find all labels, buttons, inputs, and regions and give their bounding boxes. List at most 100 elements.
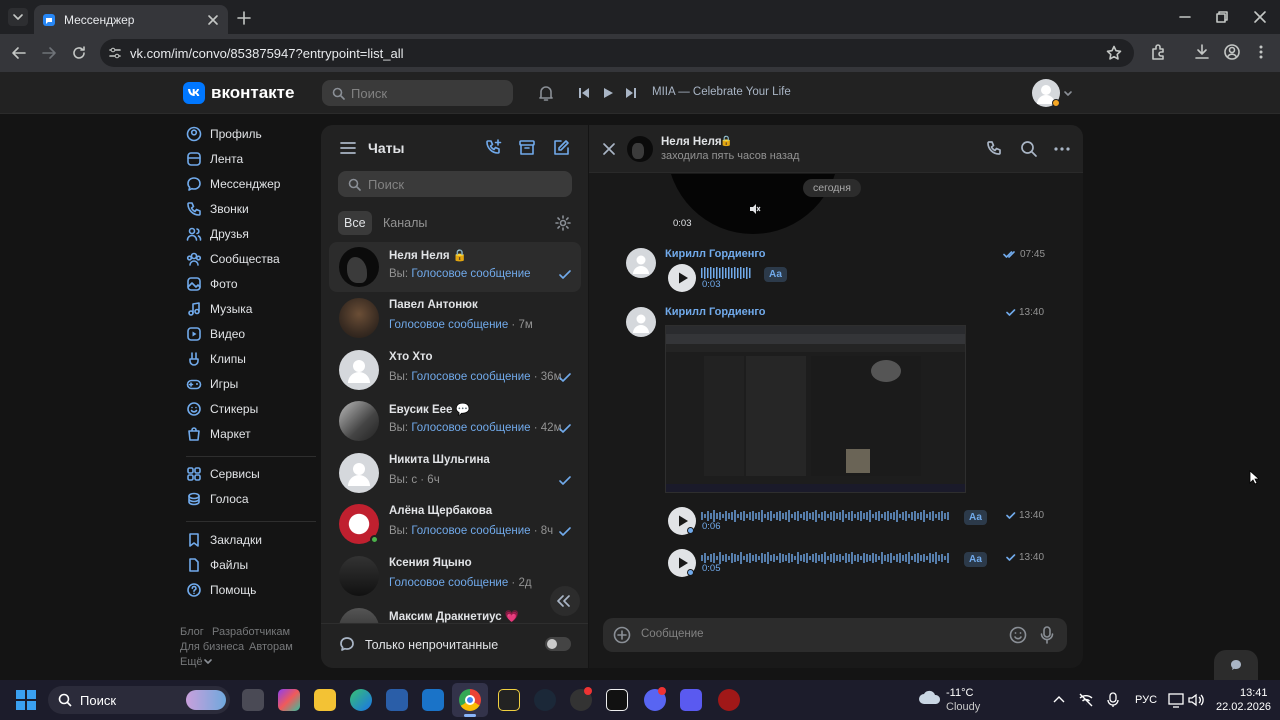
settings-gear-icon[interactable] (554, 214, 572, 232)
discord-icon[interactable] (644, 687, 666, 711)
close-tab-icon[interactable] (206, 13, 220, 27)
language-indicator[interactable]: РУС (1135, 694, 1157, 706)
emoji-icon[interactable] (1009, 626, 1027, 644)
chat-row[interactable]: Ксения Яцыно Голосовое сообщение · 2д (329, 551, 581, 601)
menu-item-communities[interactable]: Сообщества (186, 249, 280, 269)
screenshot-attachment[interactable] (665, 325, 966, 493)
download-icon[interactable] (1193, 43, 1211, 61)
menu-item-profile[interactable]: Профиль (186, 124, 262, 144)
compose-icon[interactable] (552, 139, 570, 157)
tab-channels[interactable]: Каналы (383, 216, 427, 230)
message-composer[interactable]: Сообщение (603, 618, 1067, 652)
contact-name[interactable]: Неля Неля (661, 136, 722, 148)
sender-avatar[interactable] (626, 307, 656, 337)
app-icon[interactable] (498, 689, 520, 711)
play-icon[interactable] (601, 86, 615, 100)
collapse-list-button[interactable] (550, 586, 580, 616)
attach-plus-icon[interactable] (613, 626, 631, 644)
menu-item-games[interactable]: Игры (186, 374, 238, 394)
user-avatar[interactable] (1032, 79, 1060, 107)
profile-icon[interactable] (1223, 43, 1241, 61)
forward-icon[interactable] (40, 44, 58, 62)
copilot-icon[interactable] (278, 689, 300, 711)
address-bar[interactable]: vk.com/im/convo/853875947?entrypoint=lis… (100, 39, 1134, 67)
sender-name[interactable]: Кирилл Гордиенго (665, 306, 766, 318)
chat-row[interactable]: Неля Неля 🔒 Вы: Голосовое сообщение (329, 242, 581, 292)
hamburger-menu-icon[interactable] (340, 141, 356, 155)
edge-icon[interactable] (350, 689, 372, 711)
vk-logo[interactable]: вконтакте (183, 82, 294, 104)
menu-item-video[interactable]: Видео (186, 324, 245, 344)
menu-item-clips[interactable]: Клипы (186, 349, 246, 369)
menu-item-market[interactable]: Маркет (186, 424, 251, 444)
muted-speaker-icon[interactable] (749, 203, 761, 215)
vk-search-input[interactable]: Поиск (322, 80, 513, 106)
unread-only-toggle[interactable] (545, 637, 571, 651)
close-icon[interactable] (602, 142, 616, 156)
floating-chat-button[interactable] (1214, 650, 1258, 680)
back-icon[interactable] (10, 44, 28, 62)
taskbar-search[interactable]: Поиск (48, 686, 230, 714)
voice-waveform[interactable] (701, 509, 951, 523)
steam-icon[interactable] (534, 689, 556, 711)
tray-chevron-up-icon[interactable] (1053, 694, 1065, 704)
microphone-icon[interactable] (1106, 692, 1120, 708)
app-icon[interactable] (680, 689, 702, 711)
menu-item-files[interactable]: Файлы (186, 555, 248, 575)
next-track-icon[interactable] (624, 86, 638, 100)
file-explorer-icon[interactable] (314, 689, 336, 711)
sender-name[interactable]: Кирилл Гордиенго (665, 248, 766, 260)
chrome-taskbar-active[interactable] (452, 683, 488, 717)
extensions-icon[interactable] (1149, 43, 1167, 61)
more-options-icon[interactable] (1053, 140, 1071, 158)
chat-search-input[interactable]: Поиск (338, 171, 572, 197)
voice-waveform[interactable] (701, 267, 753, 279)
chat-row[interactable]: Павел Антонюк Голосовое сообщение · 7м (329, 293, 581, 343)
voice-waveform[interactable] (701, 551, 951, 565)
minimize-icon[interactable] (1178, 10, 1192, 24)
sender-avatar[interactable] (626, 248, 656, 278)
menu-item-help[interactable]: Помощь (186, 580, 256, 600)
chat-row[interactable]: Хто Хто Вы: Голосовое сообщение · 36м (329, 345, 581, 395)
menu-item-stickers[interactable]: Стикеры (186, 399, 258, 419)
menu-item-feed[interactable]: Лента (186, 149, 243, 169)
footer-link-business[interactable]: Для бизнеса (180, 641, 244, 653)
site-info-icon[interactable] (108, 46, 122, 60)
tab-search-button[interactable] (8, 8, 28, 26)
clock-time[interactable]: 13:41 (1240, 687, 1268, 699)
clock-date[interactable]: 22.02.2026 (1216, 701, 1271, 713)
menu-item-photos[interactable]: Фото (186, 274, 238, 294)
network-off-icon[interactable] (1078, 692, 1094, 708)
app-icon[interactable] (570, 687, 592, 711)
add-call-icon[interactable] (485, 139, 503, 157)
footer-link-authors[interactable]: Авторам (249, 641, 293, 653)
transcribe-button[interactable]: Аа (964, 510, 987, 525)
restore-icon[interactable] (1215, 10, 1229, 24)
windows-start-icon[interactable] (16, 690, 36, 710)
new-tab-icon[interactable] (236, 10, 252, 26)
microphone-icon[interactable] (1039, 625, 1055, 645)
archive-icon[interactable] (518, 139, 536, 157)
volume-icon[interactable] (1188, 692, 1204, 708)
search-icon[interactable] (1020, 140, 1038, 158)
menu-item-messenger[interactable]: Мессенджер (186, 174, 280, 194)
chat-row[interactable]: Никита Шульгина Вы: с · 6ч (329, 448, 581, 498)
display-icon[interactable] (1168, 692, 1184, 708)
menu-item-votes[interactable]: Голоса (186, 489, 249, 509)
weather-temp[interactable]: -11°C (946, 687, 973, 699)
reload-icon[interactable] (70, 44, 88, 62)
footer-link-developers[interactable]: Разработчикам (212, 626, 290, 638)
menu-item-music[interactable]: Музыка (186, 299, 252, 319)
previous-track-icon[interactable] (577, 86, 591, 100)
call-icon[interactable] (986, 140, 1004, 158)
footer-link-blog[interactable]: Блог (180, 626, 204, 638)
tab-all[interactable]: Все (338, 211, 372, 235)
menu-item-services[interactable]: Сервисы (186, 464, 260, 484)
epic-games-icon[interactable] (606, 689, 628, 711)
outlook-icon[interactable] (422, 689, 444, 711)
task-view-icon[interactable] (242, 689, 264, 711)
menu-item-friends[interactable]: Друзья (186, 224, 249, 244)
chat-row[interactable]: Алёна Щербакова Вы: Голосовое сообщение … (329, 499, 581, 549)
chat-row[interactable]: Евусик Еее 💬 Вы: Голосовое сообщение · 4… (329, 396, 581, 446)
footer-link-more[interactable]: Ещё (180, 656, 203, 668)
